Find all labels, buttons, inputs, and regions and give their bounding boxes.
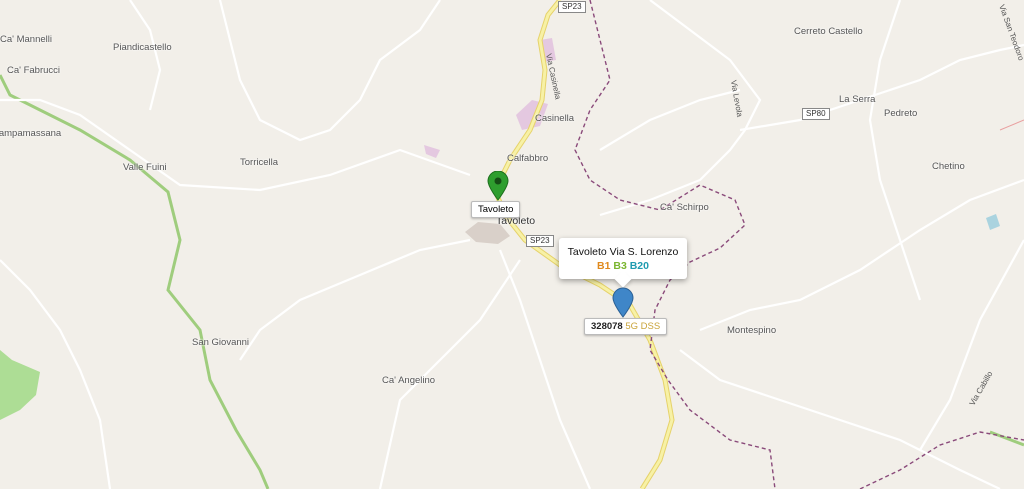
- place-label: Cerreto Castello: [794, 26, 863, 37]
- site-tech: 5G DSS: [625, 321, 661, 332]
- green-marker-label[interactable]: Tavoleto: [471, 201, 521, 218]
- map-tiles: [0, 0, 1024, 489]
- band-b20: B20: [629, 260, 649, 272]
- place-label: Valle Fuini: [123, 162, 167, 173]
- forest-area: [0, 350, 40, 420]
- band-b1: B1: [597, 260, 611, 272]
- popup-title: Tavoleto Via S. Lorenzo: [567, 246, 679, 258]
- residential-area: [424, 145, 440, 158]
- map-canvas[interactable]: Ca' Mannelli Piandicastello Ca' Fabrucci…: [0, 0, 1024, 489]
- water-area: [986, 214, 1000, 230]
- road-shield: SP23: [526, 235, 554, 247]
- place-label: Chetino: [932, 161, 965, 172]
- place-label: Torricella: [240, 157, 279, 168]
- place-label: Ca' Angelino: [382, 375, 436, 386]
- place-label: Calfabbro: [507, 153, 549, 164]
- place-label: Campamassana: [0, 128, 62, 139]
- green-road: [989, 430, 1024, 447]
- site-id: 328078: [591, 321, 623, 332]
- map-marker-pin-blue[interactable]: [612, 287, 634, 318]
- place-label: La Serra: [839, 94, 876, 105]
- site-label[interactable]: 328078 5G DSS: [584, 318, 668, 335]
- popup-bands: B1 B3 B20: [559, 260, 687, 272]
- place-label: Piandicastello: [113, 42, 172, 53]
- band-b3: B3: [613, 260, 627, 272]
- map-marker-pin-green[interactable]: [487, 171, 509, 201]
- cell-site-popup[interactable]: Tavoleto Via S. Lorenzo B1 B3 B20: [559, 238, 687, 288]
- admin-boundary-minor: [999, 119, 1024, 131]
- place-label: Montespino: [727, 325, 777, 336]
- place-label: Ca' Mannelli: [0, 34, 52, 45]
- road-shield: SP80: [802, 108, 830, 120]
- road-shield: SP23: [558, 1, 586, 13]
- place-label: Ca' Fabrucci: [7, 65, 61, 76]
- place-label: Ca' Schirpo: [660, 202, 709, 213]
- minor-roads: [0, 0, 1024, 489]
- place-label: Pedreto: [884, 108, 918, 119]
- place-label: Casinella: [535, 113, 575, 124]
- place-label: San Giovanni: [192, 337, 250, 348]
